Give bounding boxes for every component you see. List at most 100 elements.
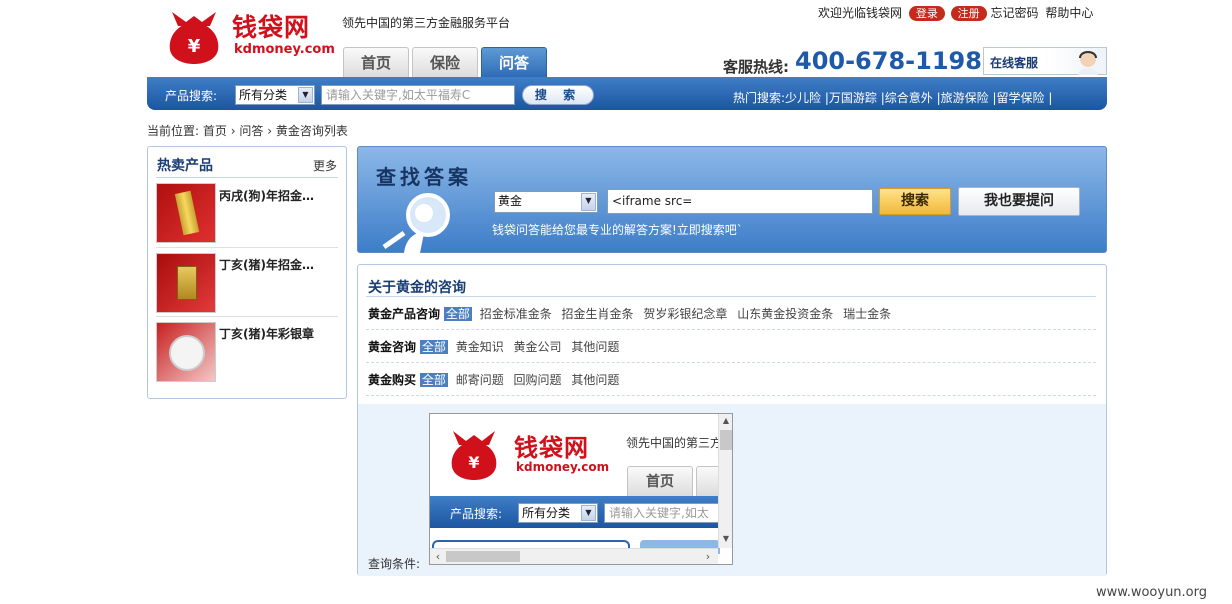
consult-link[interactable]: 其他问题 (571, 340, 619, 354)
vertical-scrollbar[interactable]: ▲ ▼ (718, 414, 732, 548)
tab-qa[interactable]: 问答 (481, 47, 547, 79)
product-name[interactable]: 丁亥(猪)年招金… (219, 256, 314, 273)
breadcrumb-qa[interactable]: 问答 (239, 124, 263, 138)
breadcrumb-prefix: 当前位置: (147, 124, 200, 138)
consult-all-tag[interactable]: 全部 (443, 307, 472, 321)
scroll-left-icon[interactable]: ‹ (432, 549, 444, 564)
find-answer-tagline: 钱袋问答能给您最专业的解答方案!立即搜索吧` (492, 223, 743, 237)
qa-search-button[interactable]: 搜索 (879, 188, 951, 215)
hot-search-label: 热门搜索: (733, 91, 786, 105)
consult-link[interactable]: 山东黄金投资金条 (737, 307, 833, 321)
brand-name-en[interactable]: kdmoney.com (234, 42, 335, 57)
login-button[interactable]: 登录 (908, 6, 945, 21)
iframe-brand-cn: 钱袋网 (514, 434, 589, 462)
consult-link[interactable]: 回购问题 (514, 373, 562, 387)
ask-question-button[interactable]: 我也要提问 (958, 187, 1080, 216)
hot-search-item[interactable]: 旅游保险 (941, 91, 989, 105)
product-thumbnail[interactable] (156, 322, 216, 382)
find-answer-title: 查找答案 (376, 165, 472, 189)
iframe-slogan: 领先中国的第三方 (626, 436, 723, 450)
consult-row-label: 黄金购买 (368, 373, 417, 387)
consult-all-tag[interactable]: 全部 (419, 373, 448, 387)
online-service-label: 在线客服 (990, 56, 1039, 70)
tab-home[interactable]: 首页 (343, 47, 409, 78)
find-answer-panel: 查找答案 黄金 ▼ <iframe src= 搜索 我也要提问 钱袋问答能给您最… (357, 146, 1107, 253)
iframe-search-bar: 产品搜索: 所有分类 ▼ 请输入关键字,如太 (430, 496, 720, 528)
consult-link[interactable]: 邮寄问题 (456, 373, 504, 387)
query-conditions-label: 查询条件: (368, 557, 421, 571)
scroll-right-icon[interactable]: › (702, 549, 714, 564)
consult-link[interactable]: 贺岁彩银纪念章 (643, 307, 727, 321)
search-bar: 产品搜索: 所有分类 ▼ 请输入关键字,如太平福寿C 搜 索 热门搜索:少儿险 … (147, 77, 1107, 110)
scroll-down-icon[interactable]: ▼ (719, 532, 732, 546)
hot-search: 热门搜索:少儿险 |万国游踪 |综合意外 |旅游保险 |留学保险 | (733, 91, 1053, 105)
hot-search-item[interactable]: 留学保险 (997, 91, 1045, 105)
chevron-down-icon[interactable]: ▼ (581, 193, 596, 211)
consult-link[interactable]: 瑞士金条 (843, 307, 891, 321)
qa-category-value: 黄金 (498, 194, 523, 208)
iframe-category-value: 所有分类 (522, 506, 571, 520)
slogan: 领先中国的第三方金融服务平台 (342, 16, 511, 30)
register-button[interactable]: 注册 (950, 6, 987, 21)
chevron-down-icon[interactable]: ▼ (581, 505, 596, 521)
chevron-right-icon: › (230, 124, 236, 138)
consult-link[interactable]: 黄金知识 (456, 340, 504, 354)
breadcrumb: 当前位置: 首页 › 问答 › 黄金咨询列表 (147, 122, 348, 139)
tab-insurance[interactable]: 保险 (412, 47, 478, 78)
svg-text:¥: ¥ (188, 36, 201, 57)
embedded-iframe[interactable]: ¥ 钱袋网 kdmoney.com 领先中国的第三方 首页 产品搜索: 所有分类… (429, 413, 733, 565)
product-name[interactable]: 丁亥(猪)年彩银章 (219, 325, 314, 342)
qa-category-select[interactable]: 黄金 ▼ (494, 191, 598, 213)
scrollbar-thumb[interactable] (446, 551, 520, 562)
scrollbar-thumb[interactable] (720, 430, 732, 450)
hotline-number: 400-678-1198 (795, 47, 982, 75)
qa-search-input[interactable]: <iframe src= (607, 189, 873, 214)
product-search-input[interactable]: 请输入关键字,如太平福寿C (321, 85, 515, 105)
iframe-category-select[interactable]: 所有分类 ▼ (518, 503, 598, 523)
consult-link[interactable]: 黄金公司 (514, 340, 562, 354)
consult-link[interactable]: 招金生肖金条 (562, 307, 634, 321)
agent-icon (1078, 51, 1098, 75)
horizontal-scrollbar[interactable]: ‹ › (430, 548, 718, 564)
category-select[interactable]: 所有分类 ▼ (235, 85, 315, 105)
consult-title: 关于黄金的咨询 (368, 280, 466, 296)
logo-icon: ¥ (451, 431, 497, 480)
logo-icon[interactable]: ¥ (164, 8, 224, 64)
consult-link[interactable]: 其他问题 (571, 373, 619, 387)
forgot-password-link[interactable]: 忘记密码 (991, 6, 1039, 20)
top-links: 欢迎光临钱袋网 登录 注册 忘记密码 帮助中心 (818, 4, 1093, 21)
category-select-value: 所有分类 (239, 88, 288, 102)
product-name[interactable]: 丙戌(狗)年招金… (219, 187, 314, 204)
chevron-down-icon[interactable]: ▼ (298, 87, 313, 103)
iframe-search-label: 产品搜索: (450, 507, 503, 521)
svg-text:¥: ¥ (468, 453, 479, 472)
iframe-brand-en: kdmoney.com (516, 460, 610, 474)
breadcrumb-home[interactable]: 首页 (203, 124, 227, 138)
gold-consult-panel: 关于黄金的咨询 黄金产品咨询 全部 招金标准金条 招金生肖金条 贺岁彩银纪念章 … (357, 264, 1107, 576)
hot-search-item[interactable]: 综合意外 (885, 91, 933, 105)
iframe-logo: ¥ 钱袋网 kdmoney.com (444, 426, 609, 482)
iframe-search-input[interactable]: 请输入关键字,如太 (604, 503, 720, 523)
hotline-label: 客服热线: (723, 58, 789, 76)
consult-row-label: 黄金产品咨询 (368, 307, 441, 321)
online-service-button[interactable]: 在线客服 (983, 47, 1107, 75)
consult-all-tag[interactable]: 全部 (419, 340, 448, 354)
welcome-text: 欢迎光临钱袋网 (818, 6, 903, 20)
help-center-link[interactable]: 帮助中心 (1045, 6, 1093, 20)
product-thumbnail[interactable] (156, 183, 216, 243)
product-search-label: 产品搜索: (165, 89, 218, 103)
consult-row: 黄金购买 全部 邮寄问题 回购问题 其他问题 (368, 371, 619, 388)
hot-search-item[interactable]: 万国游踪 (829, 91, 877, 105)
more-link[interactable]: 更多 (313, 157, 337, 174)
product-thumbnail[interactable] (156, 253, 216, 313)
hot-search-item[interactable]: 少儿险 (785, 91, 821, 105)
consult-link[interactable]: 招金标准金条 (480, 307, 552, 321)
brand-name-cn[interactable]: 钱袋网 (232, 8, 310, 44)
chevron-right-icon: › (267, 124, 273, 138)
consult-row: 黄金产品咨询 全部 招金标准金条 招金生肖金条 贺岁彩银纪念章 山东黄金投资金条… (368, 305, 891, 322)
magnifier-person-icon (382, 193, 450, 253)
breadcrumb-current: 黄金咨询列表 (275, 124, 348, 138)
scroll-up-icon[interactable]: ▲ (719, 414, 732, 428)
iframe-tab-home[interactable]: 首页 (627, 466, 693, 496)
product-search-button[interactable]: 搜 索 (522, 85, 594, 105)
